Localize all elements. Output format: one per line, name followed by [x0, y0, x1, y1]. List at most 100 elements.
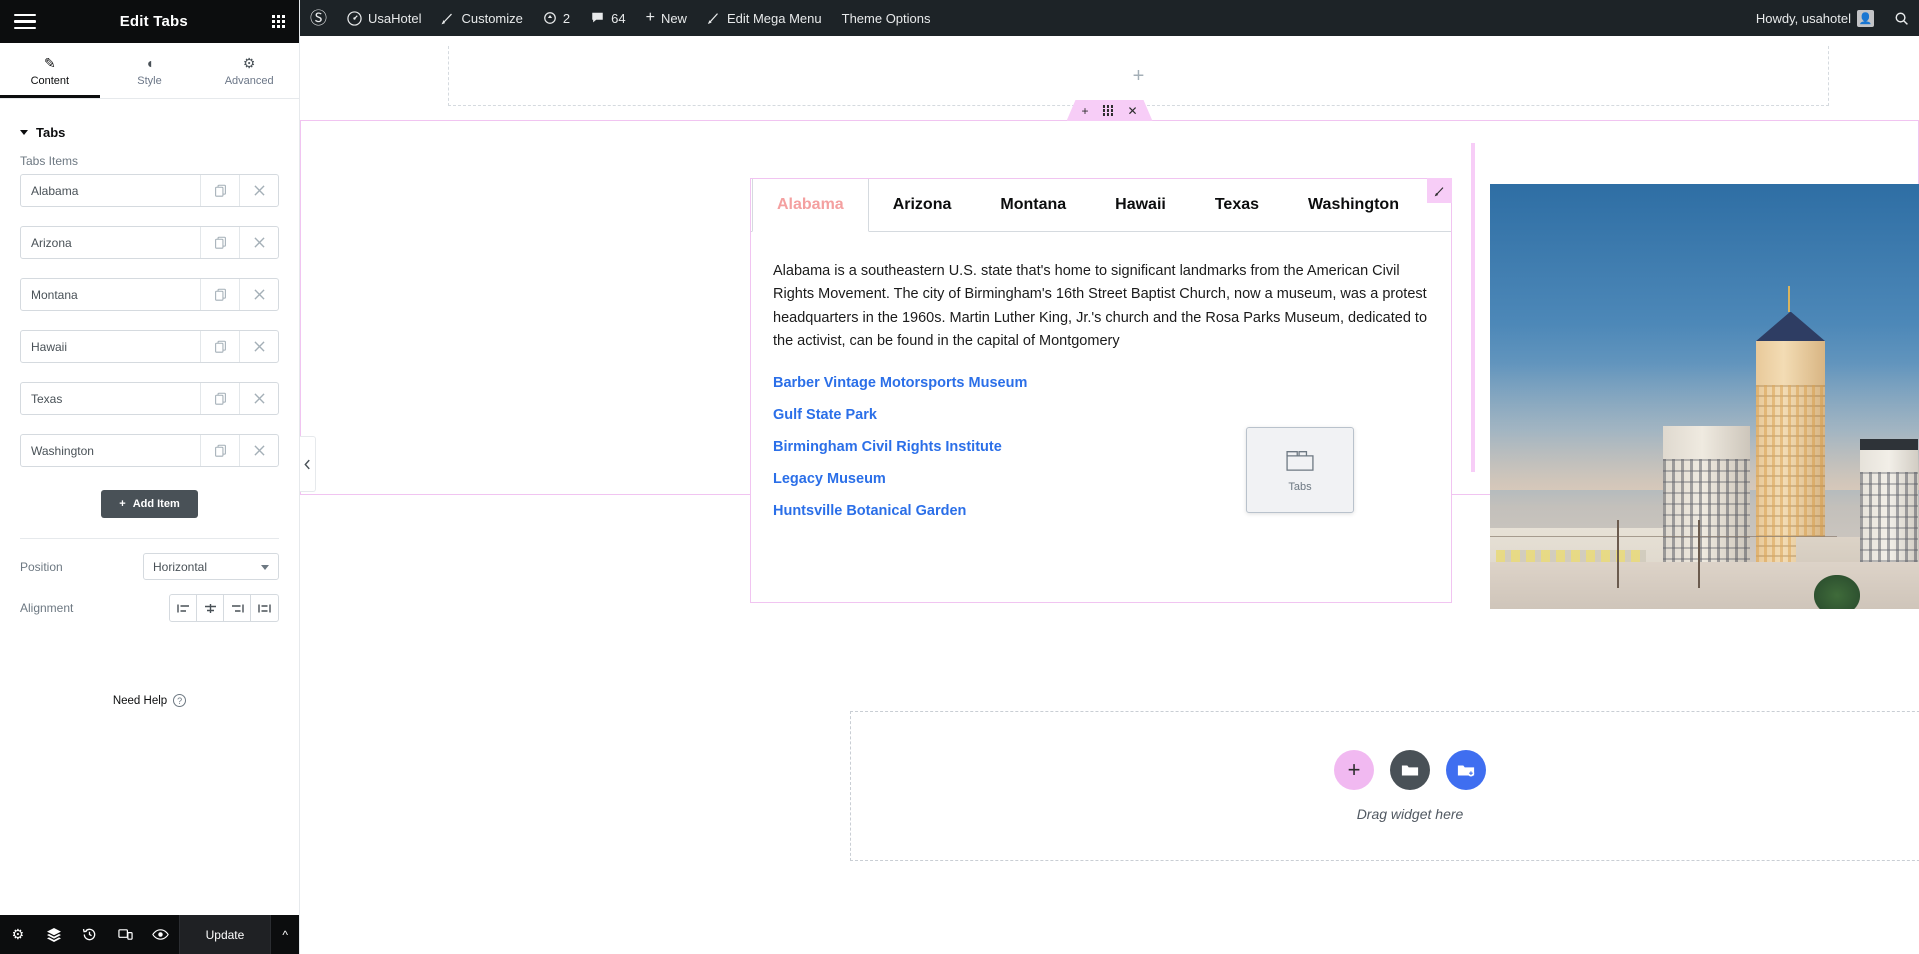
panel-collapse-handle[interactable] [300, 436, 316, 492]
tabs-items-label: Tabs Items [20, 154, 79, 168]
canvas-tab-hawaii[interactable]: Hawaii [1091, 179, 1191, 231]
duplicate-icon[interactable] [200, 227, 239, 258]
repeater-item-title[interactable]: Montana [21, 279, 200, 310]
chevron-up-icon[interactable]: ^ [270, 915, 299, 954]
avatar: 👤 [1857, 9, 1874, 27]
drag-ghost-tabs: Tabs [1246, 427, 1354, 513]
repeater-item[interactable]: Hawaii [20, 330, 279, 363]
duplicate-icon[interactable] [200, 279, 239, 310]
adminbar-edit-mega-menu-label: Edit Mega Menu [726, 10, 822, 26]
align-right-icon[interactable] [224, 595, 251, 621]
add-template-icon[interactable] [1446, 750, 1486, 790]
tab-link[interactable]: Birmingham Civil Rights Institute [773, 439, 1002, 455]
tab-link[interactable]: Gulf State Park [773, 407, 877, 423]
canvas-tab-label: Arizona [892, 196, 952, 213]
canvas-tab-label: Texas [1214, 196, 1260, 213]
caret-down-icon [20, 130, 28, 135]
history-icon[interactable] [71, 915, 107, 954]
close-icon[interactable] [239, 331, 278, 362]
repeater-item[interactable]: Arizona [20, 226, 279, 259]
adminbar-site-name[interactable]: UsaHotel [337, 0, 431, 36]
close-icon[interactable] [239, 383, 278, 414]
plus-icon[interactable]: + [1133, 66, 1145, 86]
tab-advanced[interactable]: ⚙ Advanced [199, 43, 299, 98]
canvas-tab-alabama[interactable]: Alabama [752, 179, 869, 232]
adminbar-comments-count: 64 [611, 10, 626, 26]
tab-style[interactable]: ◖ Style [100, 43, 200, 98]
drag-dots-icon[interactable] [1102, 105, 1113, 116]
adminbar-my-account[interactable]: Howdy, usahotel 👤 [1746, 0, 1884, 36]
adminbar-theme-options[interactable]: Theme Options [832, 0, 941, 36]
dashboard-icon [347, 10, 362, 26]
search-icon [1895, 12, 1908, 25]
align-left-icon[interactable] [170, 595, 197, 621]
section-tabs-header[interactable]: Tabs [0, 109, 299, 150]
add-section-icon[interactable]: + [1081, 105, 1088, 117]
add-widget-icon[interactable]: + [1334, 750, 1374, 790]
utility-pole [1698, 519, 1701, 588]
close-icon[interactable] [239, 435, 278, 466]
repeater-item-title[interactable]: Texas [21, 383, 200, 414]
duplicate-icon[interactable] [200, 435, 239, 466]
duplicate-icon[interactable] [200, 331, 239, 362]
tabs-icon [1286, 450, 1314, 471]
hamburger-icon[interactable] [14, 10, 36, 34]
tab-link[interactable]: Legacy Museum [773, 471, 886, 487]
canvas-tab-texas[interactable]: Texas [1191, 179, 1284, 231]
alignment-button-group [169, 594, 279, 622]
canvas-tab-arizona[interactable]: Arizona [869, 179, 977, 231]
adminbar-site-label: UsaHotel [368, 10, 422, 26]
tab-link[interactable]: Barber Vintage Motorsports Museum [773, 375, 1027, 391]
need-help-link[interactable]: Need Help ? [0, 694, 299, 707]
duplicate-icon[interactable] [200, 383, 239, 414]
tabs-widget[interactable]: Alabama Arizona Montana Hawaii Texas Was… [750, 178, 1452, 603]
repeater-item[interactable]: Montana [20, 278, 279, 311]
repeater-item[interactable]: Washington [20, 434, 279, 467]
canvas-tab-washington[interactable]: Washington [1284, 179, 1424, 231]
repeater-item-title[interactable]: Alabama [21, 175, 200, 206]
responsive-icon[interactable] [107, 915, 143, 954]
drag-widget-dropzone[interactable]: + Drag widget here [850, 711, 1919, 861]
position-select[interactable]: Horizontal [143, 553, 279, 580]
update-arrows-icon [544, 12, 556, 24]
align-justify-icon[interactable] [251, 595, 278, 621]
adminbar-customize[interactable]: Customize [431, 0, 532, 36]
adminbar-search[interactable] [1884, 0, 1919, 36]
duplicate-icon[interactable] [200, 175, 239, 206]
adminbar-edit-mega-menu[interactable]: Edit Mega Menu [697, 0, 832, 36]
widgets-grid-icon[interactable] [271, 14, 285, 29]
repeater-item-title[interactable]: Arizona [21, 227, 200, 258]
folder-icon[interactable] [1390, 750, 1430, 790]
wordpress-logo-icon: Ⓢ [310, 8, 327, 28]
widget-edit-pencil-icon[interactable] [1427, 178, 1452, 203]
adminbar-theme-options-label: Theme Options [841, 10, 931, 26]
tab-style-label: Style [137, 74, 162, 87]
adminbar-revisions[interactable]: 2 [533, 0, 580, 36]
plus-icon: + [119, 498, 126, 510]
close-icon[interactable] [239, 175, 278, 206]
close-icon[interactable]: ✕ [1127, 105, 1137, 117]
paintbrush-icon [441, 13, 453, 25]
canvas-tab-montana[interactable]: Montana [976, 179, 1091, 231]
add-new-section-top[interactable]: + [448, 46, 1829, 106]
settings-gear-icon[interactable]: ⚙ [0, 915, 36, 954]
repeater-item-title[interactable]: Hawaii [21, 331, 200, 362]
repeater-item[interactable]: Texas [20, 382, 279, 415]
hero-image[interactable] [1490, 184, 1919, 609]
adminbar-wp-logo[interactable]: Ⓢ [300, 0, 337, 36]
tab-link[interactable]: Huntsville Botanical Garden [773, 503, 966, 519]
adminbar-comments[interactable]: 64 [580, 0, 635, 36]
tab-content[interactable]: ✎ Content [0, 43, 100, 98]
tower-roof [1755, 311, 1826, 342]
close-icon[interactable] [239, 227, 278, 258]
repeater-item[interactable]: Alabama [20, 174, 279, 207]
preview-eye-icon[interactable] [143, 915, 179, 954]
close-icon[interactable] [239, 279, 278, 310]
update-button[interactable]: Update [178, 915, 271, 954]
add-item-button[interactable]: + Add Item [101, 490, 198, 518]
repeater-item-title[interactable]: Washington [21, 435, 200, 466]
add-item-wrapper: + Add Item [0, 486, 299, 534]
adminbar-new[interactable]: + New [636, 0, 697, 36]
align-center-icon[interactable] [197, 595, 224, 621]
layers-icon[interactable] [36, 915, 72, 954]
